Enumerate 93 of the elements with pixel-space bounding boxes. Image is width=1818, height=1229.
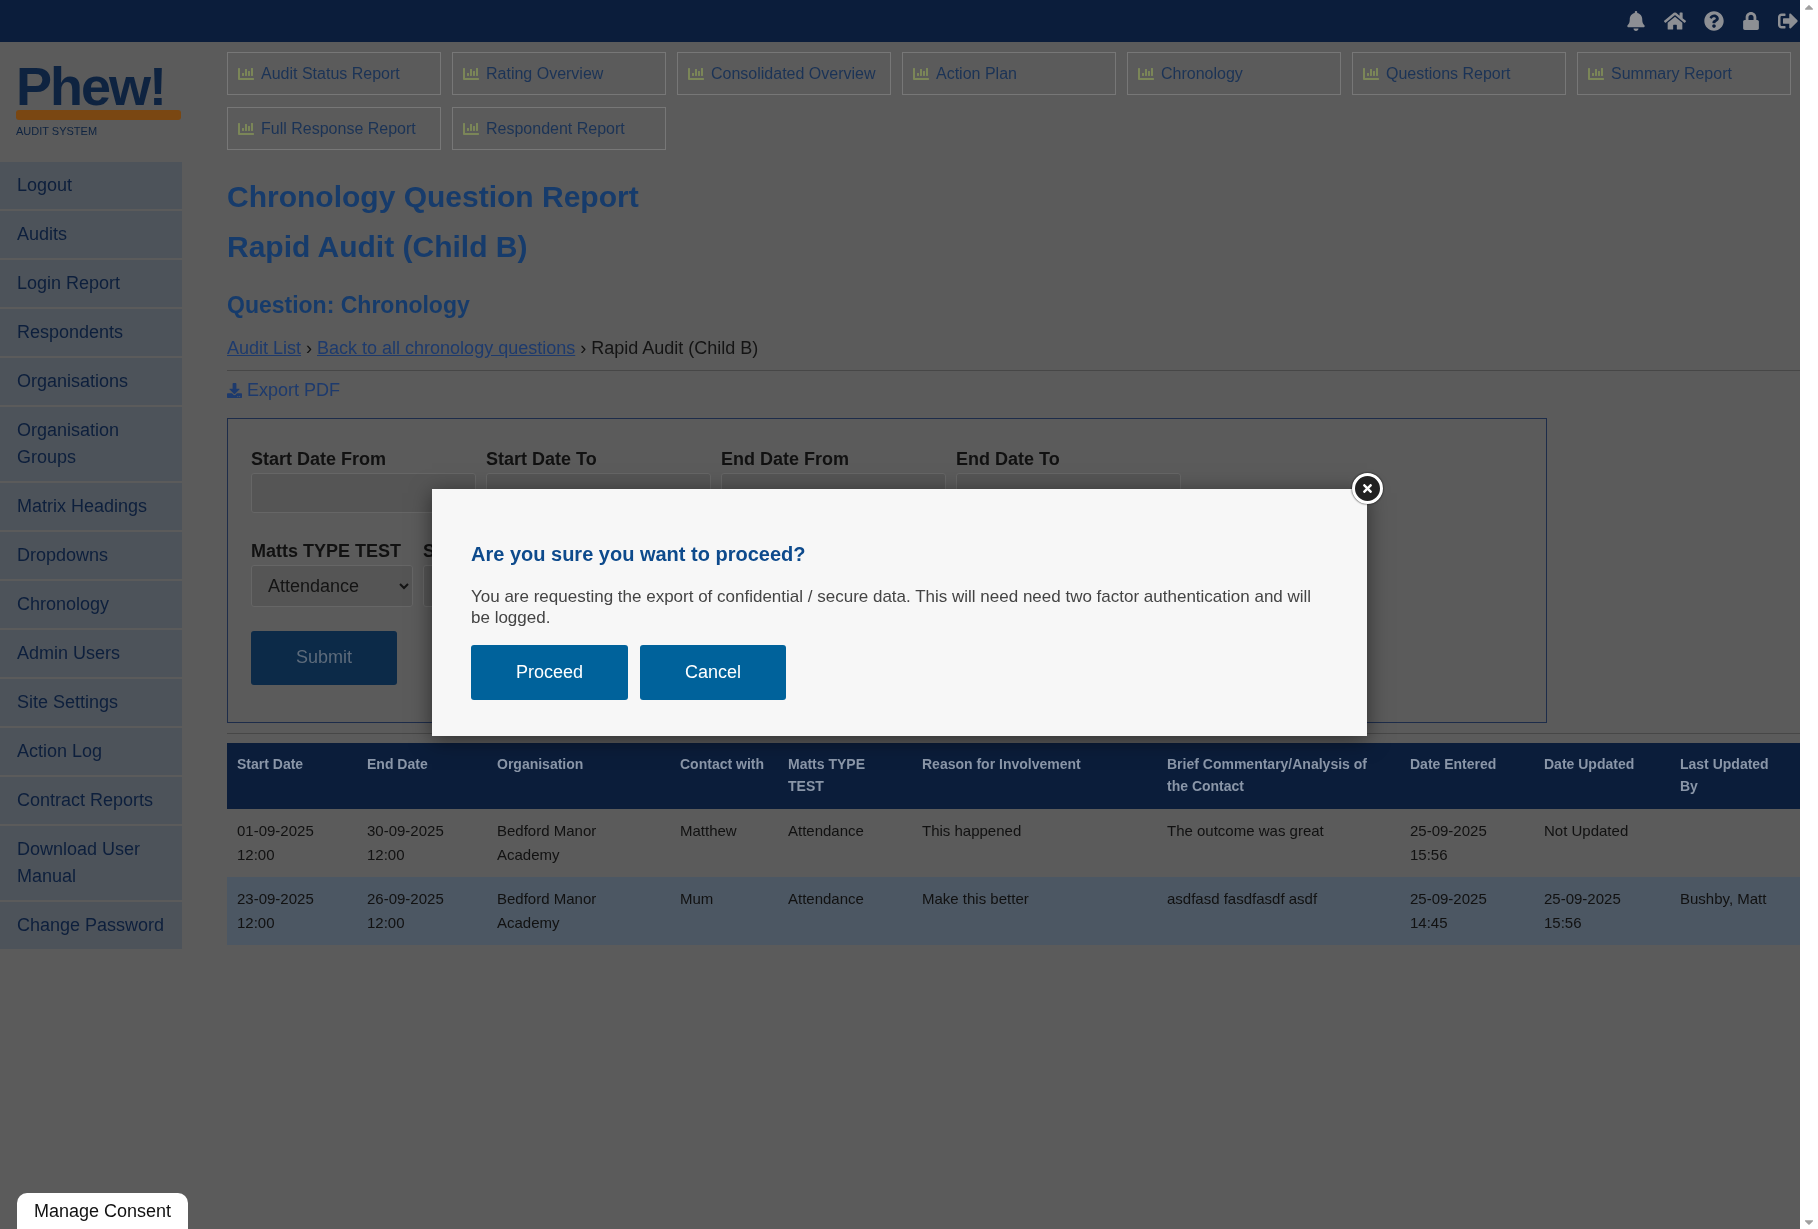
breadcrumb-link[interactable]: Back to all chronology questions <box>317 334 576 362</box>
sidebar-item[interactable]: Audits <box>0 211 182 260</box>
column-header: Brief Commentary/Analysis of the Contact <box>1157 742 1400 809</box>
column-header: Start Date <box>227 742 357 809</box>
logo-text: Phew! <box>16 62 167 110</box>
page-subtitle: Rapid Audit (Child B) <box>227 229 528 265</box>
chart-icon <box>687 65 705 82</box>
download-icon <box>227 382 242 398</box>
sidebar-item[interactable]: Contract Reports <box>0 777 182 826</box>
column-header: Organisation <box>487 742 670 809</box>
sidebar-item[interactable]: Download User Manual <box>0 826 182 902</box>
sidebar-item[interactable]: Dropdowns <box>0 532 182 581</box>
sidebar-item[interactable]: Action Log <box>0 728 182 777</box>
dialog-button[interactable]: Proceed <box>471 645 628 700</box>
breadcrumb-separator: › <box>580 336 587 360</box>
table-cell: This happened <box>922 821 1022 839</box>
help-icon[interactable] <box>1704 11 1724 31</box>
field-label: End Date From <box>721 448 849 469</box>
report-tab[interactable]: Respondent Report <box>452 107 666 150</box>
question-heading: Question: Chronology <box>227 291 470 320</box>
breadcrumb-separator: › <box>306 336 313 360</box>
table-cell: 25-09-2025 15:56 <box>1410 821 1487 863</box>
column-header: Date Updated <box>1534 742 1670 809</box>
table-cell: Bushby, Matt <box>1680 889 1767 907</box>
field-label: Start Date From <box>251 448 387 469</box>
chart-icon <box>912 65 930 82</box>
table-cell: 01-09-2025 12:00 <box>237 821 314 863</box>
table-cell: Mum <box>680 889 714 907</box>
bell-icon[interactable] <box>1626 11 1646 31</box>
sidebar-item[interactable]: Respondents <box>0 309 182 358</box>
table-cell: Bedford Manor Academy <box>497 821 597 863</box>
column-header: Contact with <box>670 742 778 809</box>
export-pdf-link[interactable]: Export PDF <box>227 376 341 404</box>
report-tab[interactable]: Consolidated Overview <box>677 52 891 95</box>
sidebar-item[interactable]: Login Report <box>0 260 182 309</box>
column-header: Reason for Involvement <box>912 742 1157 809</box>
chart-icon <box>237 65 255 82</box>
chart-icon <box>237 120 255 137</box>
table-cell: Attendance <box>788 821 864 839</box>
breadcrumb-link[interactable]: Audit List <box>227 334 302 362</box>
table-cell: Attendance <box>788 889 864 907</box>
chart-icon <box>462 65 480 82</box>
field-label: End Date To <box>956 448 1060 469</box>
report-tab[interactable]: Full Response Report <box>227 107 441 150</box>
sidebar-item[interactable]: Change Password <box>0 902 182 951</box>
table-cell: The outcome was great <box>1167 821 1324 839</box>
table-cell: 25-09-2025 14:45 <box>1410 889 1487 931</box>
table-cell: 30-09-2025 12:00 <box>367 821 444 863</box>
dialog-button[interactable]: Cancel <box>640 645 786 700</box>
type-select[interactable]: Attendance <box>251 564 413 607</box>
page-title: Chronology Question Report <box>227 179 639 215</box>
home-icon[interactable] <box>1664 10 1686 32</box>
table-cell: Make this better <box>922 889 1029 907</box>
report-tab[interactable]: Summary Report <box>1577 52 1791 95</box>
close-button[interactable] <box>1352 473 1383 504</box>
sidebar-item[interactable]: Organisation Groups <box>0 407 182 483</box>
table-cell: 25-09-2025 15:56 <box>1544 889 1621 931</box>
report-tab[interactable]: Chronology <box>1127 52 1341 95</box>
logout-icon[interactable] <box>1778 11 1798 31</box>
table-cell: Matthew <box>680 821 737 839</box>
dialog-title: Are you sure you want to proceed? <box>471 542 806 567</box>
column-header: End Date <box>357 742 487 809</box>
column-header: Last Updated By <box>1670 742 1800 809</box>
logo-subtitle: AUDIT SYSTEM <box>16 124 99 139</box>
report-tab[interactable]: Action Plan <box>902 52 1116 95</box>
column-header: Matts TYPE TEST <box>778 742 912 809</box>
dialog-message: You are requesting the export of confidential / secure data. This will need need two factor authentication and will be logged. <box>471 586 1313 628</box>
report-tab[interactable]: Audit Status Report <box>227 52 441 95</box>
table-cell: Not Updated <box>1544 821 1629 839</box>
lock-icon[interactable] <box>1742 12 1760 30</box>
sidebar-item[interactable]: Chronology <box>0 581 182 630</box>
field-label: Start Date To <box>486 448 597 469</box>
chart-icon <box>1587 65 1605 82</box>
breadcrumb-current: Rapid Audit (Child B) <box>591 336 759 360</box>
field-label: Matts TYPE TEST <box>251 540 402 561</box>
manage-consent-button[interactable]: Manage Consent <box>17 1193 189 1229</box>
column-header: Date Entered <box>1400 742 1534 809</box>
submit-button[interactable]: Submit <box>251 630 397 685</box>
report-tab[interactable]: Rating Overview <box>452 52 666 95</box>
table-cell: 26-09-2025 12:00 <box>367 889 444 931</box>
chart-icon <box>1362 65 1380 82</box>
sidebar-item[interactable]: Admin Users <box>0 630 182 679</box>
table-cell: asdfasd fasdfasdf asdf <box>1167 889 1318 907</box>
chart-icon <box>1137 65 1155 82</box>
sidebar-item[interactable]: Matrix Headings <box>0 483 182 532</box>
table-cell: Bedford Manor Academy <box>497 889 597 931</box>
sidebar-item[interactable]: Organisations <box>0 358 182 407</box>
close-icon <box>1361 482 1374 495</box>
sidebar-item[interactable]: Logout <box>0 162 182 211</box>
table-cell: 23-09-2025 12:00 <box>237 889 314 931</box>
chart-icon <box>462 120 480 137</box>
sidebar-item[interactable]: Site Settings <box>0 679 182 728</box>
report-tab[interactable]: Questions Report <box>1352 52 1566 95</box>
